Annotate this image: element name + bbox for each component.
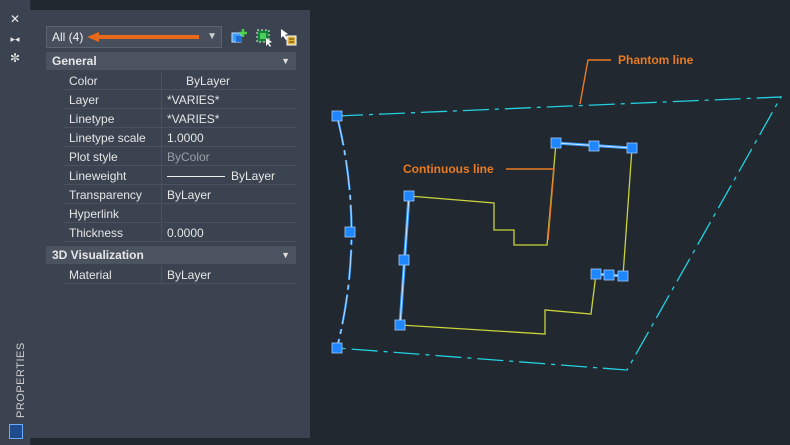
- grip-handle: [588, 140, 600, 152]
- grip-handle: [603, 269, 615, 281]
- grip-handle: [344, 226, 356, 238]
- continuous-line-label: Continuous line: [403, 162, 494, 176]
- grip-handle: [617, 270, 629, 282]
- grip-handle: [403, 190, 415, 202]
- grips[interactable]: [331, 110, 638, 354]
- phantom-line-label: Phantom line: [618, 53, 694, 67]
- grip-handle: [398, 254, 410, 266]
- grip-handle: [331, 342, 343, 354]
- grip-handle: [626, 142, 638, 154]
- grip-handle: [550, 137, 562, 149]
- grip-handle: [331, 110, 343, 122]
- grip-handle: [590, 268, 602, 280]
- grip-handle: [394, 319, 406, 331]
